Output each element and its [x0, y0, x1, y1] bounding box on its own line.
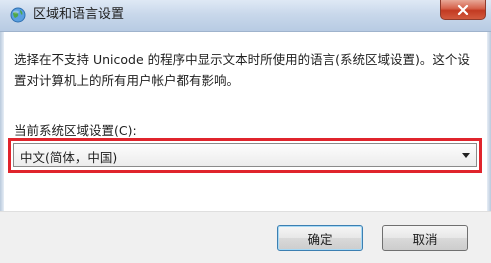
description-text: 选择在不支持 Unicode 的程序中显示文本时所使用的语言(系统区域设置)。这…	[14, 52, 470, 88]
globe-icon	[10, 7, 26, 23]
close-button[interactable]	[440, 0, 486, 20]
ok-button[interactable]: 确定	[277, 225, 363, 251]
region-language-dialog: 区域和语言设置 选择在不支持 Unicode 的程序中显示文本时所使用的语言(系…	[0, 0, 491, 263]
locale-dropdown[interactable]: 中文(简体，中国)	[13, 143, 477, 167]
title-bar[interactable]: 区域和语言设置	[0, 0, 491, 32]
button-bar: 确定 取消	[0, 211, 491, 263]
locale-label: 当前系统区域设置(C):	[14, 123, 137, 138]
locale-selected-value: 中文(简体，中国)	[20, 150, 118, 165]
close-icon	[457, 4, 469, 15]
cancel-button[interactable]: 取消	[382, 225, 468, 251]
window-title: 区域和语言设置	[33, 7, 125, 22]
chevron-down-icon	[462, 153, 470, 158]
